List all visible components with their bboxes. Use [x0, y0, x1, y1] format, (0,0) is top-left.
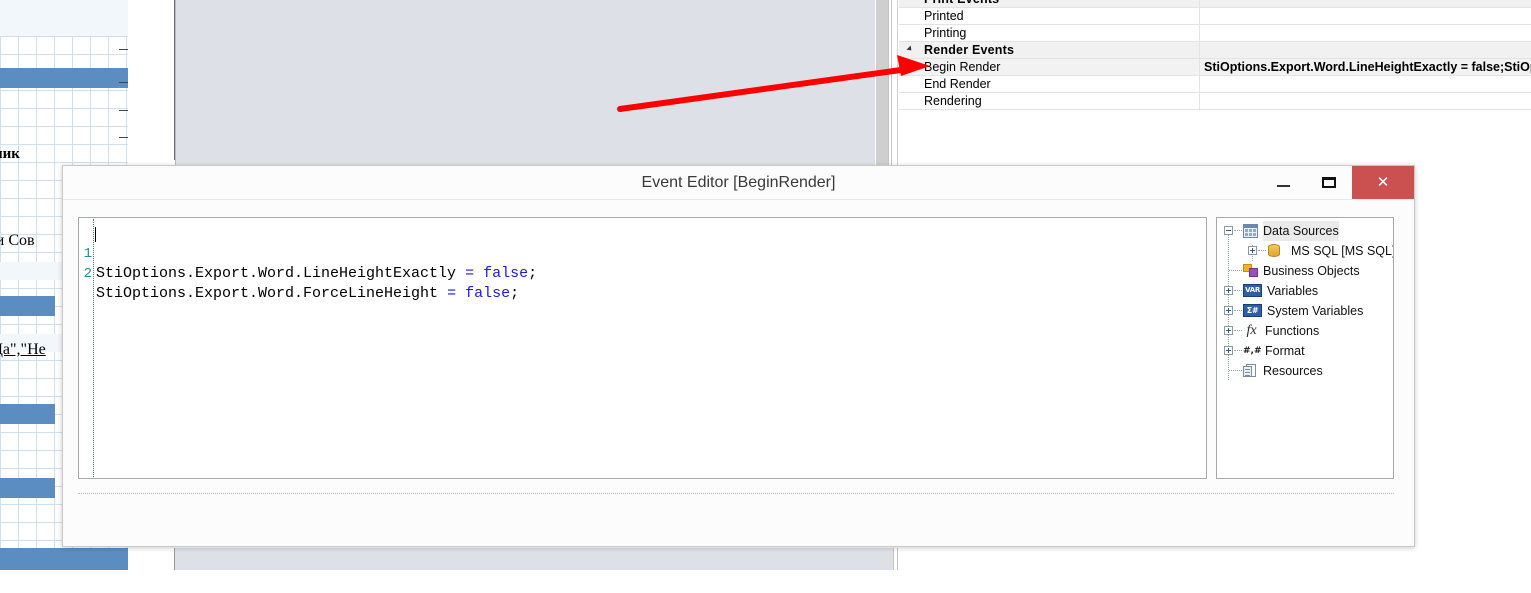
tree-node-system-variables[interactable]: Σ# System Variables [1217, 301, 1393, 321]
code-text: StiOptions.Export.Word.ForceLineHeight =… [96, 285, 520, 302]
var-badge-icon: VAR [1243, 284, 1262, 297]
panel-background [0, 570, 1531, 593]
tree-node-label: System Variables [1267, 304, 1364, 318]
table-icon [1243, 224, 1258, 238]
minimize-icon [1276, 185, 1290, 187]
designer-text: Да","Не [0, 341, 46, 358]
vertical-splitter[interactable] [893, 0, 898, 165]
property-name: Printing [924, 26, 967, 40]
row-gutter [899, 25, 920, 41]
row-gutter [899, 93, 920, 109]
property-row[interactable]: Printing [899, 25, 1531, 42]
properties-empty-area [899, 110, 1531, 165]
tree-node-ms-sql[interactable]: MS SQL [MS SQL] [1217, 241, 1393, 261]
property-row[interactable]: Rendering [899, 93, 1531, 110]
property-category-row[interactable]: Print Events [899, 0, 1531, 8]
database-icon [1268, 244, 1283, 258]
tree-node-data-sources[interactable]: Data Sources [1217, 221, 1393, 241]
expander-plus-icon[interactable] [1224, 286, 1233, 295]
property-row[interactable]: End Render [899, 76, 1531, 93]
window-controls: ✕ [1260, 166, 1414, 199]
maximize-button[interactable] [1306, 166, 1352, 199]
tree-node-label: Variables [1267, 284, 1319, 298]
panel-background [898, 548, 1531, 570]
maximize-icon [1322, 177, 1336, 188]
property-value[interactable] [1199, 93, 1531, 109]
tree-node-label: Business Objects [1263, 264, 1360, 278]
property-row-begin-render[interactable]: Begin Render StiOptions.Export.Word.Line… [899, 59, 1531, 76]
expander-minus-icon[interactable] [1224, 226, 1233, 235]
event-editor-dialog[interactable]: Event Editor [BeginRender] ✕ 1 StiOption… [62, 165, 1415, 547]
property-name: End Render [924, 77, 991, 91]
vertical-splitter[interactable] [876, 0, 888, 165]
format-icon: #,# [1243, 346, 1262, 356]
tree-node-variables[interactable]: VAR Variables [1217, 281, 1393, 301]
ruler-tick [119, 49, 128, 50]
tree-node-functions[interactable]: fx Functions [1217, 321, 1393, 341]
row-gutter [899, 8, 920, 24]
minimize-button[interactable] [1260, 166, 1306, 199]
line-number: 2 [83, 266, 92, 282]
property-value[interactable] [1199, 76, 1531, 92]
close-button[interactable]: ✕ [1352, 166, 1414, 199]
row-gutter [899, 59, 920, 75]
report-band[interactable] [0, 68, 128, 88]
property-value[interactable]: StiOptions.Export.Word.LineHeightExactly… [1199, 59, 1531, 75]
property-value[interactable] [1199, 8, 1531, 24]
tree-node-label: Format [1265, 344, 1305, 358]
code-text: StiOptions.Export.Word.LineHeightExactly… [96, 265, 538, 282]
property-value[interactable] [1199, 42, 1531, 58]
tree-node-label: Resources [1263, 364, 1323, 378]
text-caret [95, 227, 96, 242]
report-page-margin [128, 0, 175, 160]
dialog-title-bar[interactable]: Event Editor [BeginRender] ✕ [63, 166, 1414, 200]
code-editor[interactable]: 1 StiOptions.Export.Word.LineHeightExact… [78, 217, 1207, 479]
property-value[interactable] [1199, 25, 1531, 41]
tree-node-label: Data Sources [1263, 221, 1339, 241]
expander-plus-icon[interactable] [1224, 346, 1233, 355]
property-name: Rendering [924, 94, 982, 108]
tree-node-resources[interactable]: Resources [1217, 361, 1393, 381]
screen: ник ки Сов Да","Не Print Events Printed … [0, 0, 1531, 593]
ruler-tick [119, 82, 128, 83]
tree-node-format[interactable]: #,# Format [1217, 341, 1393, 361]
property-name: Begin Render [924, 60, 1001, 74]
designer-workspace [175, 0, 875, 165]
expander-icon[interactable] [899, 0, 920, 7]
property-name: Printed [924, 9, 964, 23]
code-line[interactable]: 1 StiOptions.Export.Word.LineHeightExact… [79, 224, 1206, 282]
property-name: Render Events [924, 43, 1015, 57]
tree-node-label: Functions [1265, 324, 1320, 338]
ruler-tick [119, 110, 128, 111]
report-band[interactable] [0, 404, 55, 424]
row-gutter [899, 76, 920, 92]
property-name: Print Events [920, 0, 1199, 7]
dialog-title: Event Editor [BeginRender] [641, 174, 836, 191]
property-category-row[interactable]: Render Events [899, 42, 1531, 59]
designer-text: ник [0, 146, 20, 162]
code-line[interactable]: 2 StiOptions.Export.Word.ForceLineHeight… [79, 244, 1206, 302]
data-dictionary-tree[interactable]: Data Sources MS SQL [MS SQL] Business Ob… [1216, 217, 1394, 479]
report-page-margin [128, 548, 175, 570]
property-row[interactable]: Printed [899, 8, 1531, 25]
report-band[interactable] [0, 548, 128, 570]
footer-separator [78, 493, 1394, 494]
report-band[interactable] [0, 296, 55, 316]
sigma-badge-icon: Σ# [1243, 304, 1262, 317]
fx-icon: fx [1246, 323, 1257, 338]
designer-workspace [175, 548, 893, 570]
expander-icon[interactable] [899, 42, 920, 58]
report-band[interactable] [0, 478, 55, 498]
expander-plus-icon[interactable] [1248, 246, 1257, 255]
close-icon: ✕ [1376, 173, 1390, 191]
expander-plus-icon[interactable] [1224, 306, 1233, 315]
properties-panel[interactable]: Print Events Printed Printing Render Eve… [899, 0, 1531, 165]
designer-text: ки Сов [0, 232, 35, 249]
tree-node-label: MS SQL [MS SQL] [1291, 244, 1394, 258]
vertical-splitter[interactable] [888, 0, 892, 165]
tree-node-business-objects[interactable]: Business Objects [1217, 261, 1393, 281]
property-value[interactable] [1199, 0, 1531, 7]
ruler-tick [119, 137, 128, 138]
expander-plus-icon[interactable] [1224, 326, 1233, 335]
